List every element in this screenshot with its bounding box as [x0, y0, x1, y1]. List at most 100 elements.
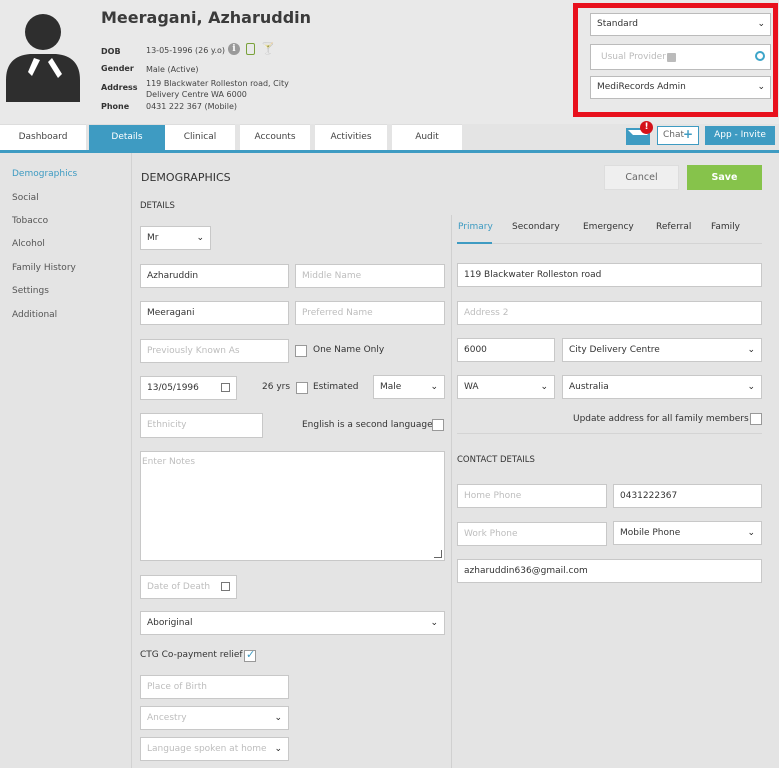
- update-family-address-checkbox[interactable]: [750, 413, 762, 425]
- sidebar-item-demographics[interactable]: Demographics: [12, 169, 77, 179]
- one-name-only-checkbox[interactable]: [295, 345, 307, 357]
- language-select[interactable]: Language spoken at home ⌄: [140, 737, 289, 761]
- chat-label: Chat: [663, 130, 685, 140]
- phone-label: Phone: [101, 102, 130, 111]
- language-placeholder: Language spoken at home: [147, 744, 267, 754]
- tab-accounts[interactable]: Accounts: [240, 124, 310, 151]
- tab-address-secondary[interactable]: Secondary: [512, 222, 560, 232]
- search-icon[interactable]: [755, 51, 765, 61]
- sidebar-item-family-history[interactable]: Family History: [12, 263, 76, 273]
- dob-value: 13-05-1996 (26 y.o): [146, 46, 226, 55]
- chevron-down-icon: ⌄: [274, 744, 282, 754]
- last-name-input[interactable]: Meeragani: [140, 301, 289, 325]
- indigenous-status-select[interactable]: Aboriginal ⌄: [140, 611, 445, 635]
- chevron-down-icon: ⌄: [430, 618, 438, 628]
- tab-clinical[interactable]: Clinical: [165, 124, 235, 151]
- chevron-down-icon: ⌄: [274, 713, 282, 723]
- patient-name: Meeragani, Azharuddin: [101, 8, 312, 27]
- chevron-down-icon: ⌄: [196, 233, 204, 243]
- sidebar-item-additional[interactable]: Additional: [12, 310, 57, 320]
- email-input[interactable]: azharuddin636@gmail.com: [457, 559, 762, 583]
- gender-select[interactable]: Male ⌄: [373, 375, 445, 399]
- address-tab-line: [457, 243, 762, 244]
- cocktail-glass-icon[interactable]: 🍸: [261, 43, 275, 55]
- sidebar-item-settings[interactable]: Settings: [12, 286, 49, 296]
- save-button[interactable]: Save: [687, 165, 762, 190]
- chevron-down-icon: ⌄: [757, 19, 765, 29]
- country-select[interactable]: Australia ⌄: [562, 375, 762, 399]
- home-phone-input[interactable]: Home Phone: [457, 484, 607, 508]
- address-line2-input[interactable]: Address 2: [457, 301, 762, 325]
- update-family-address-label: Update address for all family members: [573, 414, 749, 424]
- usual-provider-input[interactable]: Usual Provider: [590, 44, 771, 70]
- tab-address-family[interactable]: Family: [711, 222, 740, 232]
- gender-value: Male (Active): [146, 65, 199, 74]
- mobile-phone-input[interactable]: 0431222367: [613, 484, 762, 508]
- usual-provider-placeholder: Usual Provider: [601, 52, 666, 62]
- estimated-label: Estimated: [313, 382, 359, 392]
- english-second-language-checkbox[interactable]: [432, 419, 444, 431]
- dob-input[interactable]: 13/05/1996: [140, 376, 237, 400]
- suburb-select[interactable]: City Delivery Centre ⌄: [562, 338, 762, 362]
- dob-label: DOB: [101, 47, 121, 56]
- dob-icons: i 🍸: [228, 43, 275, 55]
- tab-dashboard[interactable]: Dashboard: [0, 124, 86, 151]
- first-name-input[interactable]: Azharuddin: [140, 264, 289, 288]
- calendar-icon[interactable]: [221, 383, 230, 392]
- view-select[interactable]: Standard ⌄: [590, 13, 771, 36]
- chevron-down-icon: ⌄: [747, 345, 755, 355]
- ethnicity-input[interactable]: Ethnicity: [140, 413, 263, 438]
- user-select[interactable]: MediRecords Admin ⌄: [590, 76, 771, 99]
- sidebar-item-alcohol[interactable]: Alcohol: [12, 239, 45, 249]
- tab-address-referral[interactable]: Referral: [656, 222, 691, 232]
- bottle-icon[interactable]: [246, 43, 255, 55]
- ancestry-placeholder: Ancestry: [147, 713, 187, 723]
- english-second-language-label: English is a second language: [302, 420, 433, 430]
- title-select[interactable]: Mr ⌄: [140, 226, 211, 250]
- postcode-input[interactable]: 6000: [457, 338, 555, 362]
- resize-handle-icon[interactable]: [434, 550, 442, 558]
- chevron-down-icon: ⌄: [540, 382, 548, 392]
- tab-details[interactable]: Details: [89, 124, 165, 151]
- estimated-checkbox[interactable]: [296, 382, 308, 394]
- state-value: WA: [464, 382, 479, 392]
- patient-avatar-icon: [6, 14, 80, 102]
- cancel-button[interactable]: Cancel: [604, 165, 679, 190]
- middle-name-input[interactable]: Middle Name: [295, 264, 445, 288]
- details-heading: DETAILS: [140, 201, 175, 211]
- tab-address-emergency[interactable]: Emergency: [583, 222, 634, 232]
- phone-value: 0431 222 367 (Mobile): [146, 102, 238, 111]
- address-line-1: 119 Blackwater Rolleston road, City: [146, 79, 289, 88]
- chevron-down-icon: ⌄: [747, 382, 755, 392]
- app-invite-button[interactable]: App - Invite: [705, 126, 775, 145]
- view-select-value: Standard: [597, 19, 638, 29]
- page-title: DEMOGRAPHICS: [141, 171, 231, 184]
- tab-address-primary[interactable]: Primary: [458, 222, 493, 232]
- chevron-down-icon: ⌄: [757, 82, 765, 92]
- country-value: Australia: [569, 382, 609, 392]
- date-of-death-input[interactable]: Date of Death: [140, 575, 237, 599]
- ancestry-select[interactable]: Ancestry ⌄: [140, 706, 289, 730]
- ctg-checkbox[interactable]: [244, 648, 256, 662]
- calendar-icon[interactable]: [221, 582, 230, 591]
- notes-textarea[interactable]: Enter Notes: [140, 451, 445, 561]
- chevron-down-icon: ⌄: [747, 528, 755, 538]
- chat-button[interactable]: Chat +: [657, 126, 699, 145]
- state-select[interactable]: WA ⌄: [457, 375, 555, 399]
- plus-icon: +: [682, 127, 693, 141]
- previously-known-as-input[interactable]: Previously Known As: [140, 339, 289, 363]
- info-icon[interactable]: i: [228, 43, 240, 55]
- suburb-value: City Delivery Centre: [569, 345, 660, 355]
- gender-select-value: Male: [380, 382, 402, 392]
- phone-type-value: Mobile Phone: [620, 528, 681, 538]
- tab-activities[interactable]: Activities: [315, 124, 387, 151]
- sidebar-item-tobacco[interactable]: Tobacco: [12, 216, 48, 226]
- sidebar-item-social[interactable]: Social: [12, 193, 39, 203]
- address-line1-input[interactable]: 119 Blackwater Rolleston road: [457, 263, 762, 287]
- address-value: 119 Blackwater Rolleston road, City Deli…: [146, 78, 289, 100]
- tab-audit[interactable]: Audit: [392, 124, 462, 151]
- place-of-birth-input[interactable]: Place of Birth: [140, 675, 289, 699]
- phone-type-select[interactable]: Mobile Phone ⌄: [613, 521, 762, 545]
- preferred-name-input[interactable]: Preferred Name: [295, 301, 445, 325]
- work-phone-input[interactable]: Work Phone: [457, 522, 607, 546]
